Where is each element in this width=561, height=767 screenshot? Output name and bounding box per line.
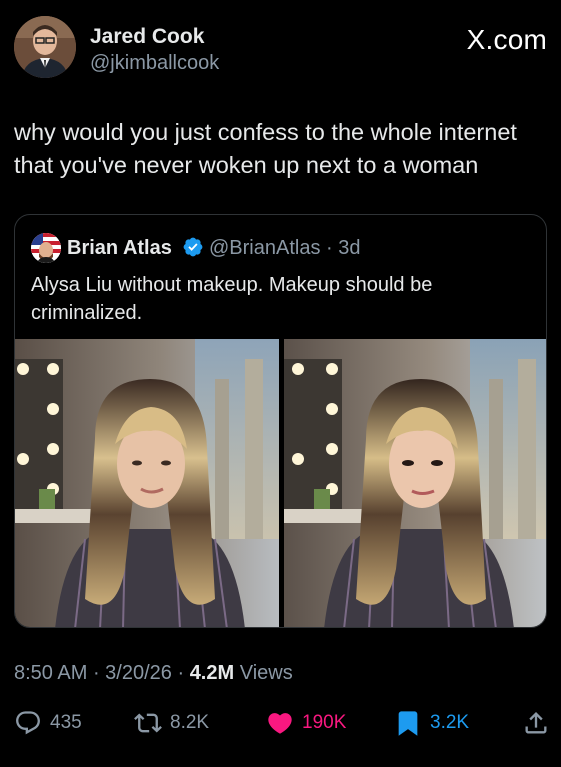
tweet-timestamp: 8:50 AM · 3/20/26 · 4.2M Views <box>14 662 293 685</box>
views-label: Views <box>239 662 293 684</box>
quoted-meta: @BrianAtlas · 3d <box>209 237 361 260</box>
like-count: 190K <box>302 712 347 733</box>
bookmark-button[interactable]: 3.2K <box>394 706 469 740</box>
quoted-photo-2[interactable] <box>284 339 546 627</box>
quoted-avatar[interactable] <box>31 233 61 263</box>
action-bar: 435 8.2K 190K 3.2K <box>14 706 554 740</box>
meta-separator: · <box>87 662 106 684</box>
repost-count: 8.2K <box>170 712 210 733</box>
meta-separator: · <box>320 237 339 259</box>
reply-count: 435 <box>50 712 82 733</box>
share-icon <box>525 712 547 734</box>
reply-button[interactable]: 435 <box>14 706 82 740</box>
view-count: 4.2M <box>189 662 235 684</box>
quoted-photo-1[interactable] <box>15 339 279 627</box>
quoted-author-name[interactable]: Brian Atlas <box>67 237 172 260</box>
brand-watermark: X.com <box>466 24 547 55</box>
post-time[interactable]: 8:50 AM <box>14 662 87 684</box>
post-date[interactable]: 3/20/26 <box>105 662 172 684</box>
bookmark-count: 3.2K <box>430 712 470 733</box>
reply-icon <box>16 711 40 735</box>
author-handle[interactable]: @jkimballcook <box>90 52 219 75</box>
repost-button[interactable]: 8.2K <box>134 706 209 740</box>
quoted-tweet[interactable]: Brian Atlas @BrianAtlas · 3d Alysa Liu w… <box>14 214 547 628</box>
author-avatar[interactable] <box>14 16 76 78</box>
share-button[interactable] <box>522 706 550 740</box>
like-button[interactable]: 190K <box>266 706 346 740</box>
verified-icon <box>183 237 203 257</box>
repost-icon <box>134 713 162 733</box>
tweet-text: why would you just confess to the whole … <box>14 119 517 178</box>
bookmark-icon <box>398 711 418 736</box>
like-icon <box>268 713 292 734</box>
quoted-text: Alysa Liu without makeup. Makeup should … <box>31 274 433 324</box>
quoted-time[interactable]: 3d <box>338 237 360 259</box>
meta-separator: · <box>171 662 190 684</box>
quoted-media <box>15 339 546 627</box>
quoted-author-handle[interactable]: @BrianAtlas <box>209 237 320 259</box>
author-name[interactable]: Jared Cook <box>90 25 204 49</box>
tweet-header: Jared Cook @jkimballcook X.com <box>14 16 547 82</box>
